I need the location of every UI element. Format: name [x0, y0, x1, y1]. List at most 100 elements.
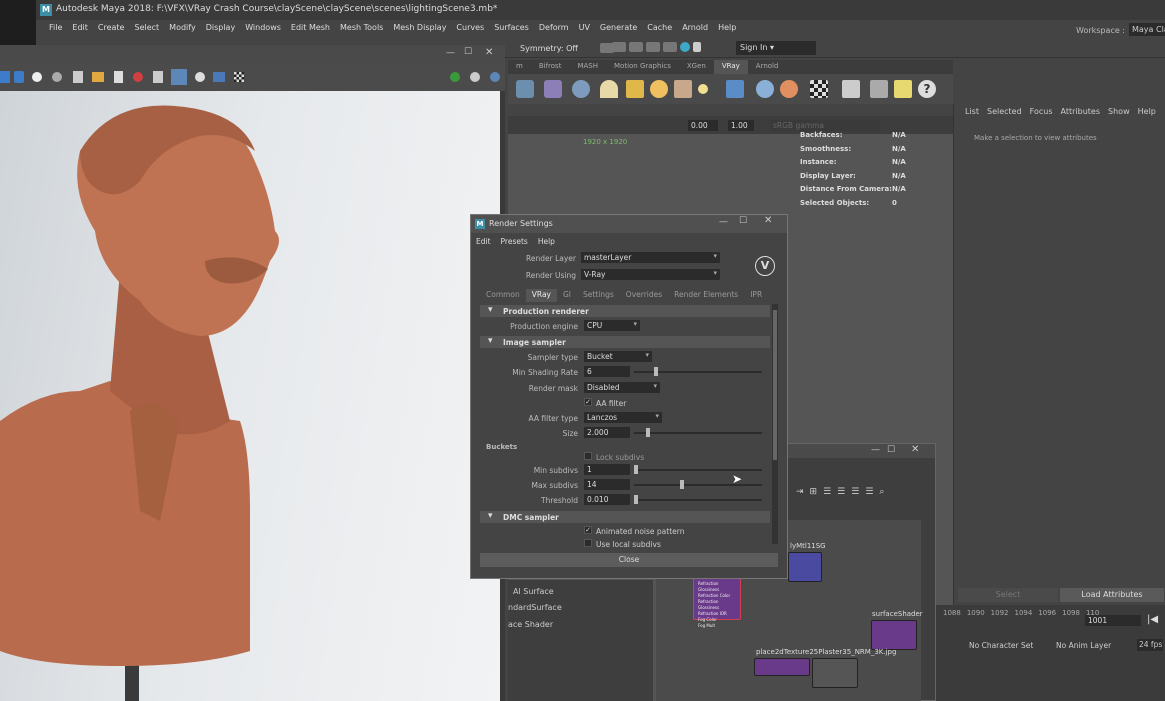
rs-menu-edit[interactable]: Edit — [476, 237, 491, 246]
menu-uv[interactable]: UV — [574, 20, 595, 38]
menu-file[interactable]: File — [44, 20, 67, 38]
shelf-tab-bifrost[interactable]: Bifrost — [531, 60, 570, 74]
menu-help[interactable]: Help — [713, 20, 741, 38]
size-slider[interactable] — [634, 428, 762, 437]
anim-layer-dropdown[interactable]: No Anim Layer — [1056, 641, 1111, 650]
hypershade-icon[interactable] — [663, 42, 677, 52]
file-texture-node[interactable] — [812, 658, 858, 688]
slider-knob[interactable] — [646, 428, 650, 437]
white-ball-icon[interactable] — [32, 72, 42, 82]
menu-create[interactable]: Create — [93, 20, 130, 38]
list3-icon[interactable]: ☰ — [851, 487, 859, 497]
tab-ipr[interactable]: IPR — [744, 289, 768, 302]
menu-mesh-tools[interactable]: Mesh Tools — [335, 20, 388, 38]
load-attributes-button[interactable]: Load Attributes — [1060, 588, 1164, 602]
character-set-dropdown[interactable]: No Character Set — [969, 641, 1033, 650]
render-using-dropdown[interactable]: V-Ray — [581, 269, 720, 280]
browser-item[interactable]: ndardSurface — [508, 603, 562, 612]
rs-menu-help[interactable]: Help — [538, 237, 555, 246]
current-frame-field[interactable]: 1001 — [1085, 615, 1141, 626]
hs-maximize-icon[interactable]: ☐ — [887, 445, 895, 455]
attr-menu-help[interactable]: Help — [1134, 104, 1160, 120]
shelf-tab-xgen[interactable]: XGen — [679, 60, 714, 74]
section-production-renderer[interactable]: Production renderer — [480, 305, 770, 317]
menu-deform[interactable]: Deform — [534, 20, 574, 38]
render-settings-icon[interactable] — [646, 42, 660, 52]
min-subdivs-field[interactable]: 1 — [584, 464, 630, 475]
color-space-dropdown[interactable]: sRGB gamma — [770, 120, 880, 131]
graph-icon[interactable]: ⇥ — [796, 487, 804, 497]
max-subdivs-slider[interactable] — [634, 480, 762, 489]
region-icon[interactable] — [153, 71, 163, 83]
rs-minimize-icon[interactable]: — — [719, 217, 728, 227]
render-layer-dropdown[interactable]: masterLayer — [581, 252, 720, 263]
clear-icon[interactable] — [114, 71, 123, 83]
vray-render-icon[interactable] — [680, 42, 690, 52]
hs-minimize-icon[interactable]: — — [871, 445, 880, 455]
close-button[interactable]: Close — [480, 553, 778, 567]
pause-icon[interactable] — [693, 42, 701, 52]
tab-settings[interactable]: Settings — [577, 289, 620, 302]
attr-menu-attributes[interactable]: Attributes — [1057, 104, 1105, 120]
vray-light-icon[interactable] — [516, 80, 534, 98]
grey-ball-icon[interactable] — [52, 72, 62, 82]
menu-cache[interactable]: Cache — [642, 20, 677, 38]
menu-mesh-display[interactable]: Mesh Display — [388, 20, 451, 38]
channel-b-icon[interactable] — [14, 71, 24, 83]
place2d-texture-node[interactable] — [754, 658, 810, 676]
list2-icon[interactable]: ☰ — [837, 487, 845, 497]
lock-subdivs-checkbox[interactable] — [584, 452, 592, 460]
list4-icon[interactable]: ☰ — [865, 487, 873, 497]
shelf-tab-motion-graphics[interactable]: Motion Graphics — [606, 60, 679, 74]
save-image-icon[interactable] — [73, 71, 83, 83]
rs-maximize-icon[interactable]: ☐ — [739, 216, 747, 226]
slider-knob[interactable] — [654, 367, 658, 376]
dome-light-icon[interactable] — [600, 80, 618, 98]
tab-gi[interactable]: GI — [557, 289, 577, 302]
spot-light-icon[interactable] — [626, 80, 644, 98]
folder-icon[interactable] — [92, 72, 104, 82]
max-subdivs-field[interactable]: 14 — [584, 479, 630, 490]
shading-group-node[interactable] — [788, 552, 822, 582]
section-dmc-sampler[interactable]: DMC sampler — [480, 511, 770, 523]
checker-icon[interactable] — [234, 72, 244, 82]
sign-in-button[interactable]: Sign In ▾ — [736, 41, 816, 55]
minimize-icon[interactable]: — — [446, 48, 455, 58]
workspace-dropdown[interactable]: Maya Classic — [1129, 23, 1165, 36]
slider-knob[interactable] — [634, 465, 638, 474]
tab-vray[interactable]: VRay — [525, 289, 557, 302]
eye-icon[interactable] — [490, 72, 500, 82]
vfb-icon[interactable] — [842, 80, 860, 98]
threshold-field[interactable]: 0.010 — [584, 494, 630, 505]
maximize-icon[interactable]: ☐ — [464, 47, 472, 57]
step-back-icon[interactable]: |◀ — [1147, 614, 1158, 625]
link-icon[interactable] — [195, 72, 205, 82]
render-mask-dropdown[interactable]: Disabled — [584, 382, 660, 393]
menu-modify[interactable]: Modify — [164, 20, 201, 38]
shelf-tab-arnold[interactable]: Arnold — [748, 60, 787, 74]
select-button[interactable]: Select — [958, 588, 1058, 602]
menu-edit[interactable]: Edit — [67, 20, 93, 38]
help-icon[interactable]: ? — [918, 80, 936, 98]
rs-scrollbar-thumb[interactable] — [773, 310, 777, 460]
menu-select[interactable]: Select — [129, 20, 164, 38]
track-mouse-icon[interactable] — [171, 69, 187, 85]
attr-menu-selected[interactable]: Selected — [983, 104, 1026, 120]
symmetry-label[interactable]: Symmetry: Off — [520, 44, 578, 53]
shelf-tab-vray[interactable]: VRay — [713, 60, 748, 74]
bulb-icon[interactable] — [894, 80, 912, 98]
menu-arnold[interactable]: Arnold — [677, 20, 713, 38]
browser-item[interactable]: Al Surface — [513, 587, 554, 596]
attr-menu-focus[interactable]: Focus — [1026, 104, 1057, 120]
shelf-tab-mash[interactable]: MASH — [569, 60, 606, 74]
vray-mtl-node[interactable]: Refraction Glossiness Refraction Color R… — [693, 578, 741, 628]
material-icon[interactable] — [756, 80, 774, 98]
mesh-light-icon[interactable] — [726, 80, 744, 98]
search-icon[interactable]: ⌕ — [879, 487, 884, 497]
tab-render-elements[interactable]: Render Elements — [668, 289, 744, 302]
attr-menu-list[interactable]: List — [961, 104, 983, 120]
checker-texture-icon[interactable] — [810, 80, 828, 98]
animated-noise-checkbox[interactable]: ✓ — [584, 526, 592, 534]
menu-windows[interactable]: Windows — [240, 20, 286, 38]
size-field[interactable]: 2.000 — [584, 427, 630, 438]
